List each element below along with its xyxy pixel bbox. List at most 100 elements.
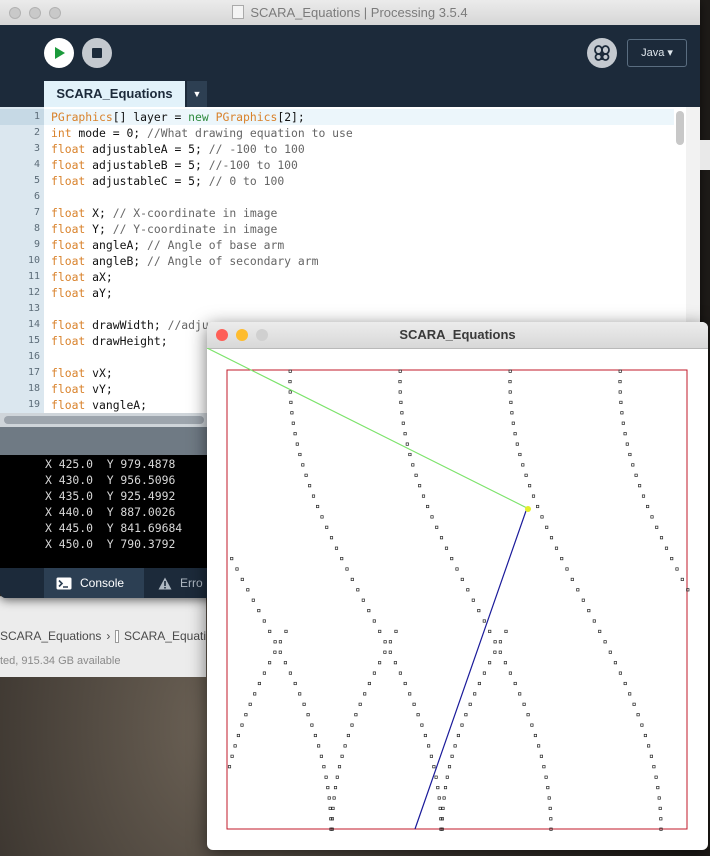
plot-dot xyxy=(240,577,244,581)
code-token: vX; xyxy=(85,366,113,380)
line-number: 16 xyxy=(27,351,40,362)
code-token: // Angle of base arm xyxy=(147,238,285,252)
plot-dot xyxy=(518,692,522,696)
plot-dot xyxy=(445,775,449,779)
plot-dot xyxy=(619,400,623,404)
plot-dot xyxy=(393,661,397,665)
stop-button[interactable] xyxy=(82,38,112,68)
plot-dot xyxy=(330,817,334,821)
line-number: 11 xyxy=(27,271,40,282)
code-token: adjustableB = 5; xyxy=(85,158,209,172)
plot-dot xyxy=(278,640,282,644)
mode-selector[interactable]: Java ▾ xyxy=(627,39,687,67)
plot-dot xyxy=(329,817,333,821)
code-token: float xyxy=(51,286,86,300)
drawing-frame xyxy=(226,369,688,830)
code-token: adjustableC = 5; xyxy=(85,174,209,188)
ide-toolbar: Java ▾ xyxy=(0,25,700,81)
code-token: // Angle of secondary arm xyxy=(147,254,319,268)
plot-dot xyxy=(350,723,354,727)
plot-dot xyxy=(455,567,459,571)
finder-path-separator: › xyxy=(106,629,111,643)
document-icon xyxy=(115,629,119,643)
code-line: float adjustableC = 5; // 0 to 100 xyxy=(51,173,284,189)
code-token: float xyxy=(51,366,86,380)
plot-dot xyxy=(443,786,448,790)
plot-dot xyxy=(613,661,617,665)
plot-dot xyxy=(325,525,329,529)
code-line: float vangleA; xyxy=(51,397,147,413)
sketch-canvas[interactable] xyxy=(207,348,708,850)
plot-dot xyxy=(441,806,445,810)
plot-dot xyxy=(240,723,244,727)
ide-window-title: SCARA_Equations | Processing 3.5.4 xyxy=(0,0,700,25)
plot-dot xyxy=(319,754,323,758)
console-tab[interactable]: Console xyxy=(44,568,144,598)
plot-dot xyxy=(659,817,663,821)
vertical-scrollbar-thumb[interactable] xyxy=(676,111,684,145)
line-number: 10 xyxy=(27,255,40,266)
code-token: //What drawing equation to use xyxy=(147,126,353,140)
code-line: float drawHeight; xyxy=(51,333,168,349)
plot-dot xyxy=(346,733,350,738)
plot-dot xyxy=(298,452,302,457)
document-icon xyxy=(232,5,245,19)
plot-dot xyxy=(608,650,612,654)
plot-dot xyxy=(539,754,543,758)
plot-dot xyxy=(295,442,299,446)
tab-scara-equations[interactable]: SCARA_Equations xyxy=(44,81,185,107)
plot-dot xyxy=(262,671,266,675)
plot-dot xyxy=(513,681,517,686)
plot-dot xyxy=(636,713,640,717)
plot-dot xyxy=(326,786,330,790)
plot-dot xyxy=(570,577,574,581)
code-line: float X; // X-coordinate in image xyxy=(51,205,277,221)
plot-dot xyxy=(310,723,314,727)
plot-dot xyxy=(301,463,305,467)
plot-dot xyxy=(283,661,287,665)
warning-icon xyxy=(158,577,172,589)
base-arm xyxy=(207,348,528,509)
finder-path-item[interactable]: SCARA_Equations xyxy=(0,629,101,643)
code-token: // Y-coordinate in image xyxy=(112,222,278,236)
tab-menu-button[interactable]: ▼ xyxy=(187,81,207,107)
plot-dot xyxy=(289,400,293,404)
code-line: PGraphics[] layer = new PGraphics[2]; xyxy=(51,109,305,125)
debug-button[interactable] xyxy=(587,38,617,68)
plot-dot xyxy=(466,588,470,592)
plot-dot xyxy=(227,765,232,769)
plot-dot xyxy=(298,692,302,696)
ide-titlebar[interactable]: SCARA_Equations | Processing 3.5.4 xyxy=(0,0,700,26)
plot-dot xyxy=(327,796,331,800)
plot-dot xyxy=(257,609,261,613)
plot-dot xyxy=(383,650,387,654)
plot-dot xyxy=(657,796,661,800)
plot-dot xyxy=(647,744,651,748)
plot-dot xyxy=(659,536,664,540)
plot-dot xyxy=(649,754,653,758)
plot-dot xyxy=(675,567,679,571)
finder-path-item[interactable]: SCARA_Equati xyxy=(124,629,206,643)
plot-dot xyxy=(337,765,342,769)
code-token: // -100 to 100 xyxy=(208,142,305,156)
plot-dot xyxy=(521,463,525,467)
plot-dots xyxy=(227,369,690,831)
horizontal-scrollbar-thumb[interactable] xyxy=(4,416,204,424)
plot-dot xyxy=(435,525,439,529)
code-token: vY; xyxy=(85,382,113,396)
code-token: adjustableA = 5; xyxy=(85,142,209,156)
plot-dot xyxy=(290,411,294,415)
plot-dot xyxy=(251,598,255,602)
plot-dot xyxy=(350,577,354,581)
plot-dot xyxy=(394,629,398,633)
plot-dot xyxy=(439,536,444,540)
finder-path-bar[interactable]: SCARA_Equations › SCARA_Equati xyxy=(0,625,206,647)
plot-dot xyxy=(332,796,336,800)
plot-dot xyxy=(343,744,347,748)
plot-dot xyxy=(398,671,402,675)
sketch-titlebar[interactable]: SCARA_Equations xyxy=(207,322,708,349)
run-button[interactable] xyxy=(44,38,74,68)
plot-dot xyxy=(262,619,266,623)
plot-dot xyxy=(268,629,272,633)
plot-dot xyxy=(498,650,502,654)
